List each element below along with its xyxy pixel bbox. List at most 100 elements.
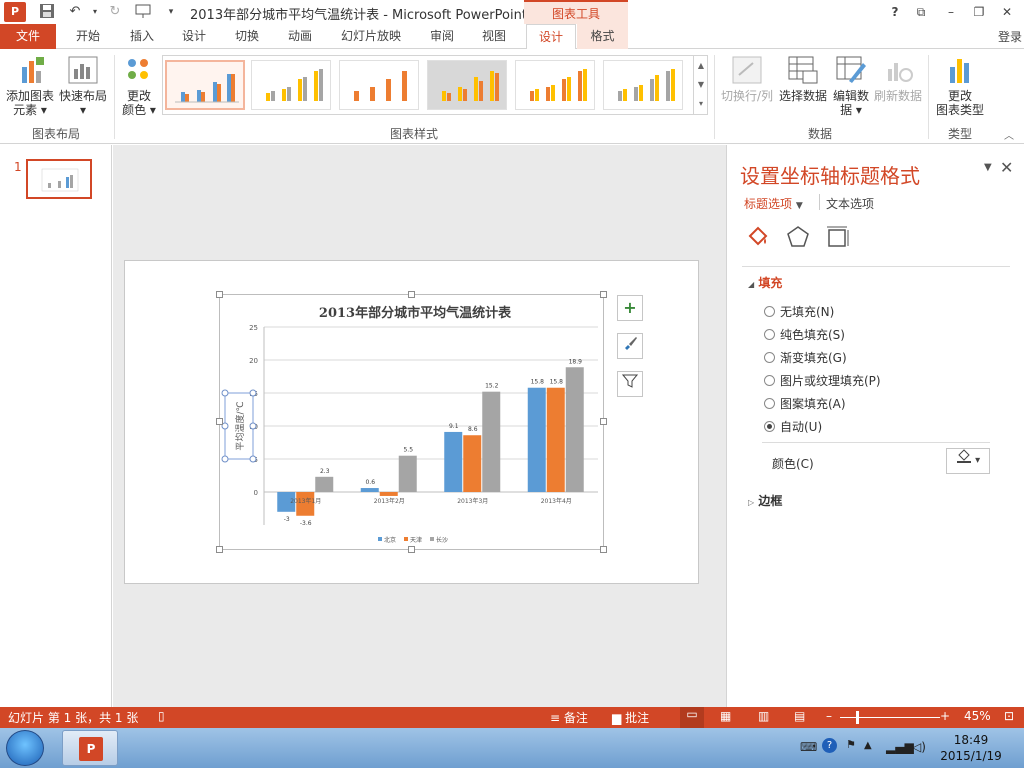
notes-button[interactable]: ≡ 备注 [550,709,588,726]
resize-handle[interactable] [408,546,415,553]
resize-handle[interactable] [600,418,607,425]
edit-data-button[interactable]: 编辑数 据 ▾ [830,55,872,117]
network-icon[interactable]: ▂▄▆ [886,740,914,754]
radio-label: 纯色填充(S) [780,328,845,342]
resize-handle[interactable] [216,418,223,425]
chart-svg: 2013年部分城市平均气温统计表0510152025-30.69.115.8-3… [221,305,598,544]
undo-dropdown-icon[interactable]: ▾ [86,3,104,21]
start-button[interactable] [6,730,44,766]
effects-pentagon-icon[interactable] [785,224,811,250]
fill-section-header[interactable]: ◢ 填充 [748,274,782,291]
zoom-slider-thumb[interactable] [856,711,859,724]
radio-gradient-fill[interactable]: 渐变填充(G) [764,349,847,366]
chart-style-6[interactable] [603,60,683,110]
quick-layout-button[interactable]: 快速布局 ▾ [58,55,108,117]
tab-insert[interactable]: 插入 [120,24,164,49]
close-pane-icon[interactable]: ✕ [1000,158,1013,177]
powerpoint-app-icon[interactable]: P [4,2,26,22]
radio-no-fill[interactable]: 无填充(N) [764,303,834,320]
tab-review[interactable]: 审阅 [420,24,464,49]
chart-style-4[interactable] [427,60,507,110]
add-chart-element-button[interactable]: 添加图表 元素 ▾ [4,55,56,117]
keyboard-icon[interactable]: ⌨ [800,740,817,754]
resize-handle[interactable] [408,291,415,298]
resize-handle[interactable] [216,291,223,298]
tab-slideshow[interactable]: 幻灯片放映 [332,24,410,49]
switch-row-column-button[interactable]: 切换行/列 [718,55,776,103]
title-options-tab[interactable]: 标题选项 ▼ [744,195,803,212]
undo-icon[interactable]: ↶ [66,3,84,21]
comments-button[interactable]: ▆ 批注 [612,709,649,726]
fill-line-icon[interactable] [745,224,771,250]
login-link[interactable]: 登录 [998,28,1022,45]
restore-button[interactable]: ❐ [968,3,990,21]
show-hidden-icons[interactable]: ▲ [864,740,872,751]
tab-design[interactable]: 设计 [172,24,216,49]
tab-view[interactable]: 视图 [472,24,516,49]
notes-icon: ≡ [550,711,561,725]
chart-styles-gallery[interactable]: ▲ ▼ ▾ [162,55,708,115]
chart-styles-button[interactable] [617,333,643,359]
border-section-header[interactable]: ▷ 边框 [748,492,782,509]
tab-animations[interactable]: 动画 [278,24,322,49]
zoom-slider-track[interactable] [840,717,940,718]
customize-toolbar-icon[interactable]: ▾ [162,3,180,21]
help-tray-icon[interactable]: ? [822,738,837,753]
radio-pattern-fill[interactable]: 图案填充(A) [764,395,846,412]
tab-home[interactable]: 开始 [66,24,110,49]
chart-elements-button[interactable]: + [617,295,643,321]
text-options-tab[interactable]: 文本选项 [826,195,874,212]
redo-icon[interactable]: ↻ [106,3,124,21]
slideshow-view-icon[interactable]: ▤ [794,709,805,723]
ribbon-display-options-button[interactable]: ⧉ [910,3,932,21]
resize-handle[interactable] [216,546,223,553]
chart-style-3[interactable] [339,60,419,110]
gallery-scroll[interactable]: ▲ ▼ ▾ [693,56,708,114]
chart-style-5[interactable] [515,60,595,110]
normal-view-icon[interactable]: ▭ [680,707,704,728]
slide-thumbnail[interactable] [26,159,92,199]
help-button[interactable]: ? [884,3,906,21]
pane-options-icon[interactable]: ▼ [984,162,992,173]
radio-solid-fill[interactable]: 纯色填充(S) [764,326,845,343]
save-icon[interactable] [38,3,56,21]
tab-chart-design[interactable]: 设计 [526,24,576,50]
tab-file[interactable]: 文件 [0,24,56,49]
zoom-out-button[interactable]: – [826,709,832,723]
tab-transitions[interactable]: 切换 [225,24,269,49]
chart-style-1[interactable] [165,60,245,110]
fill-color-picker[interactable]: ▾ [946,448,990,474]
fill-section-label: 填充 [758,276,783,290]
data-label: -3 [284,516,290,523]
fit-slide-icon[interactable]: ⊡ [1004,709,1014,723]
action-center-icon[interactable]: ⚑ [846,738,856,751]
radio-automatic[interactable]: 自动(U) [764,418,822,435]
edit-data-icon [835,55,867,85]
collapse-ribbon-icon[interactable]: ︿ [1004,127,1014,142]
volume-icon[interactable]: ◁) [912,740,926,754]
chart-style-2[interactable] [251,60,331,110]
start-from-beginning-icon[interactable] [134,3,152,21]
tab-chart-format[interactable]: 格式 [577,24,628,49]
taskbar-powerpoint-button[interactable]: P [62,730,118,766]
resize-handle[interactable] [600,546,607,553]
radio-picture-fill[interactable]: 图片或纹理填充(P) [764,372,881,389]
refresh-data-button[interactable]: 刷新数据 [872,55,924,103]
reading-view-icon[interactable]: ▥ [758,709,769,723]
resize-handle[interactable] [600,291,607,298]
zoom-in-button[interactable]: + [940,709,950,723]
axis-title-handle [249,455,257,463]
chart-filters-button[interactable] [617,371,643,397]
spell-check-icon[interactable]: ▯ [158,709,165,723]
change-chart-type-label-2: 图表类型 [935,103,984,117]
minimize-button[interactable]: – [940,3,962,21]
change-colors-button[interactable]: 更改 颜色 ▾ [118,55,160,117]
size-properties-icon[interactable] [825,224,851,250]
chart[interactable]: 2013年部分城市平均气温统计表0510152025-30.69.115.8-3… [219,294,604,550]
zoom-level[interactable]: 45% [964,709,991,723]
close-button[interactable]: ✕ [996,3,1018,21]
system-clock[interactable]: 18:49 2015/1/19 [930,732,1012,764]
change-chart-type-button[interactable]: 更改 图表类型 [934,55,986,117]
slide-sorter-icon[interactable]: ▦ [720,709,731,723]
select-data-button[interactable]: 选择数据 [778,55,828,103]
